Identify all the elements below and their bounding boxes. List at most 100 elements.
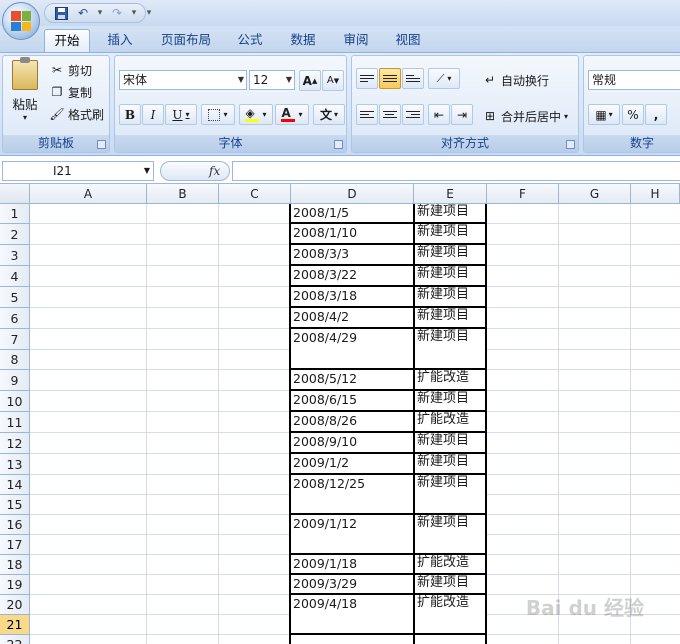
type-cell[interactable]: 新建项目: [415, 307, 485, 328]
row-header-10[interactable]: 10: [0, 391, 30, 412]
insert-function-button[interactable]: fx: [160, 161, 230, 181]
row-header-3[interactable]: 3: [0, 245, 30, 266]
alignment-launcher-icon[interactable]: [566, 140, 575, 149]
row-header-8[interactable]: 8: [0, 350, 30, 370]
orientation-button[interactable]: ⟋ ▾: [428, 68, 460, 89]
row-header-12[interactable]: 12: [0, 433, 30, 454]
name-box[interactable]: I21 ▼: [2, 161, 154, 181]
column-header-g[interactable]: G: [559, 184, 631, 204]
type-cell[interactable]: 新建项目: [415, 286, 485, 307]
type-cell[interactable]: 新建项目: [415, 265, 485, 286]
date-cell[interactable]: 2008/9/10: [291, 433, 412, 454]
align-left-button[interactable]: [356, 104, 378, 125]
tab-insert[interactable]: 插入: [98, 29, 142, 52]
column-header-b[interactable]: B: [147, 184, 219, 204]
row-header-14[interactable]: 14: [0, 475, 30, 495]
row-header-16[interactable]: 16: [0, 515, 30, 535]
row-header-21[interactable]: 21: [0, 615, 30, 635]
percent-button[interactable]: %: [622, 104, 644, 125]
date-cell[interactable]: 2008/3/3: [291, 245, 412, 266]
type-cell[interactable]: 新建项目: [415, 223, 485, 244]
row-header-22[interactable]: 22: [0, 635, 30, 644]
type-cell[interactable]: 新建项目: [415, 574, 485, 594]
align-right-button[interactable]: [402, 104, 424, 125]
date-cell[interactable]: 2008/4/29: [291, 329, 412, 370]
font-launcher-icon[interactable]: [334, 140, 343, 149]
row-header-20[interactable]: 20: [0, 595, 30, 615]
row-header-9[interactable]: 9: [0, 370, 30, 391]
column-header-h[interactable]: H: [631, 184, 680, 204]
type-cell[interactable]: 新建项目: [415, 474, 485, 514]
row-header-19[interactable]: 19: [0, 575, 30, 595]
row-header-7[interactable]: 7: [0, 329, 30, 350]
row-header-11[interactable]: 11: [0, 412, 30, 433]
date-cell[interactable]: 2008/4/2: [291, 308, 412, 329]
wrap-text-button[interactable]: ↵ 自动换行: [482, 70, 549, 90]
row-header-1[interactable]: 1: [0, 204, 30, 224]
align-center-button[interactable]: [379, 104, 401, 125]
redo-dropdown-icon[interactable]: ▾: [129, 4, 139, 22]
font-size-select[interactable]: 12 ▼: [249, 70, 295, 90]
date-cell[interactable]: 2009/1/2: [291, 454, 412, 475]
date-cell[interactable]: 2009/1/18: [291, 555, 412, 575]
fill-color-button[interactable]: ◈ ▾: [239, 104, 273, 125]
borders-button[interactable]: ▾: [201, 104, 235, 125]
italic-button[interactable]: I: [142, 104, 164, 125]
tab-review[interactable]: 审阅: [334, 29, 378, 52]
column-header-e[interactable]: E: [414, 184, 487, 204]
shrink-font-button[interactable]: A ▼: [322, 70, 344, 91]
date-cell[interactable]: 2008/1/5: [291, 204, 412, 224]
date-cell[interactable]: 2009/3/29: [291, 575, 412, 595]
type-cell[interactable]: 新建项目: [415, 432, 485, 453]
increase-indent-button[interactable]: ⇥: [451, 104, 473, 125]
type-cell[interactable]: 新建项目: [415, 328, 485, 369]
row-header-6[interactable]: 6: [0, 308, 30, 329]
date-cell[interactable]: 2009/4/18: [291, 595, 412, 635]
align-bottom-button[interactable]: [402, 68, 424, 89]
comma-button[interactable]: ,: [645, 104, 667, 125]
decrease-indent-button[interactable]: ⇤: [428, 104, 450, 125]
phonetic-button[interactable]: 文 ▾: [313, 104, 345, 125]
clipboard-launcher-icon[interactable]: [97, 140, 106, 149]
row-header-4[interactable]: 4: [0, 266, 30, 287]
select-all-corner[interactable]: [0, 184, 30, 204]
spreadsheet-grid[interactable]: A B C D E F G H 1 2 3 4 5 6 7 8 9 10 11 12 13 14 15 16 17 18 19 20 2…: [0, 184, 680, 644]
type-cell[interactable]: 新建项目: [415, 244, 485, 265]
tab-data[interactable]: 数据: [281, 29, 325, 52]
date-cell[interactable]: 2008/12/25: [291, 475, 412, 515]
date-cell[interactable]: 2008/3/22: [291, 266, 412, 287]
type-cell[interactable]: 扩能改造: [415, 594, 485, 634]
tab-home[interactable]: 开始: [44, 29, 90, 52]
type-cell[interactable]: 扩能改造: [415, 554, 485, 574]
column-header-f[interactable]: F: [487, 184, 559, 204]
type-cell[interactable]: 扩能改造: [415, 369, 485, 390]
row-header-17[interactable]: 17: [0, 535, 30, 555]
column-header-a[interactable]: A: [30, 184, 147, 204]
office-button[interactable]: [2, 2, 40, 40]
row-header-13[interactable]: 13: [0, 454, 30, 475]
customize-qat-icon[interactable]: ▾: [144, 4, 154, 22]
underline-button[interactable]: U ▾: [165, 104, 197, 125]
font-name-select[interactable]: 宋体 ▼: [119, 70, 247, 90]
tab-view[interactable]: 视图: [386, 29, 430, 52]
format-painter-button[interactable]: 🖌 格式刷: [49, 104, 104, 124]
bold-button[interactable]: B: [119, 104, 141, 125]
paste-dropdown-icon[interactable]: ▾: [7, 113, 43, 122]
tab-page-layout[interactable]: 页面布局: [154, 29, 218, 52]
formula-input[interactable]: [232, 161, 680, 181]
type-cell[interactable]: 新建项目: [415, 390, 485, 411]
redo-icon[interactable]: ↷: [107, 4, 127, 22]
row-header-18[interactable]: 18: [0, 555, 30, 575]
cut-button[interactable]: ✂ 剪切: [49, 60, 92, 80]
merge-center-button[interactable]: ⊞ 合并后居中 ▾: [482, 106, 568, 126]
align-middle-button[interactable]: [379, 68, 401, 89]
tab-formulas[interactable]: 公式: [228, 29, 272, 52]
date-cell[interactable]: 2008/3/18: [291, 287, 412, 308]
column-header-c[interactable]: C: [219, 184, 291, 204]
currency-button[interactable]: ▦ ▾: [588, 104, 620, 125]
type-cell[interactable]: 新建项目: [415, 453, 485, 474]
date-cell[interactable]: 2008/8/26: [291, 412, 412, 433]
align-top-button[interactable]: [356, 68, 378, 89]
type-cell[interactable]: 新建项目: [415, 203, 485, 223]
date-cell[interactable]: 2008/5/12: [291, 370, 412, 391]
